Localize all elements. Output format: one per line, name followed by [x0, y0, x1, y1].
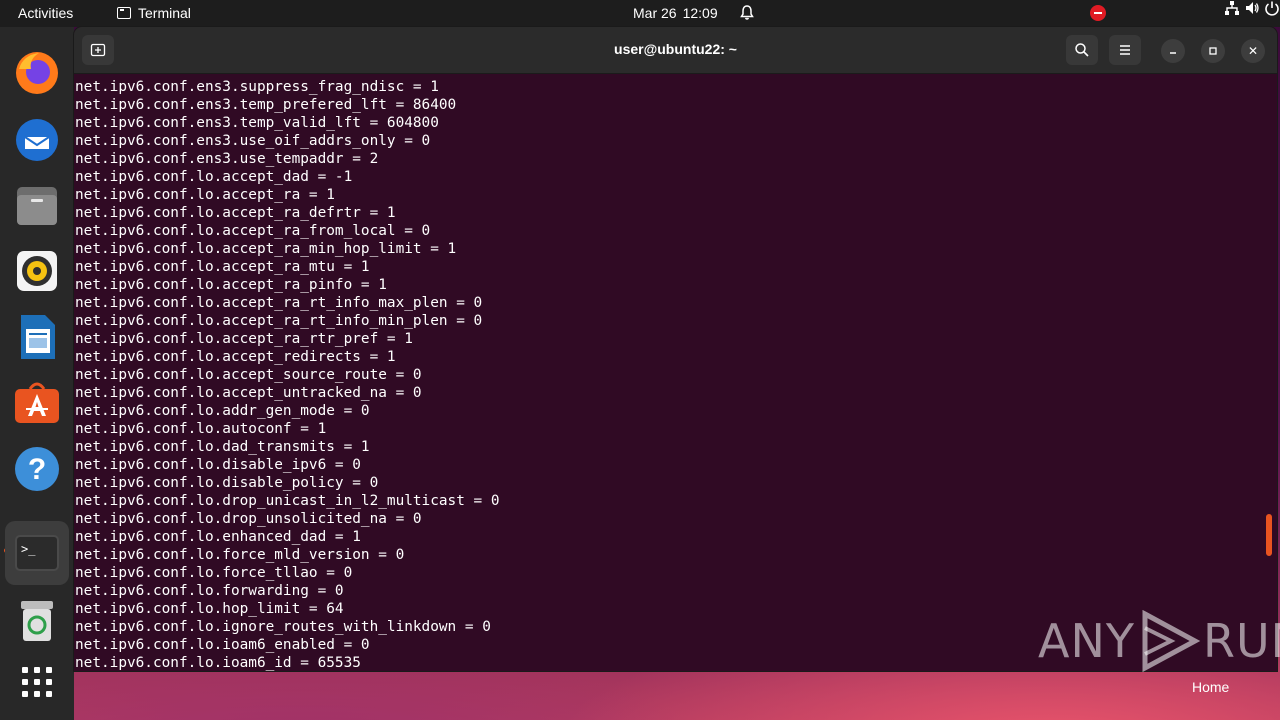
dock-help[interactable]: ?: [13, 445, 61, 493]
terminal-scrollbar[interactable]: [1266, 514, 1272, 556]
terminal-line: net.ipv6.conf.lo.accept_ra_rtr_pref = 1: [75, 331, 413, 347]
terminal-line: net.ipv6.conf.ens3.temp_valid_lft = 6048…: [75, 115, 439, 131]
trash-icon: [21, 601, 53, 641]
terminal-line: net.ipv6.conf.lo.accept_ra_min_hop_limit…: [75, 241, 457, 257]
desktop-home-label[interactable]: Home: [1192, 679, 1229, 695]
dock-libreoffice-writer[interactable]: [13, 313, 61, 361]
hamburger-menu-icon: [1120, 45, 1130, 55]
terminal-line: net.ipv6.conf.lo.forwarding = 0: [75, 583, 344, 599]
clock[interactable]: Mar 26 12:09: [633, 5, 718, 21]
play-logo-icon: [1142, 610, 1201, 672]
watermark-right-text: RUN: [1202, 614, 1280, 668]
terminal-line: net.ipv6.conf.lo.disable_policy = 0: [75, 475, 379, 491]
terminal-line: net.ipv6.conf.lo.drop_unicast_in_l2_mult…: [75, 493, 500, 509]
menu-button[interactable]: [1109, 35, 1141, 65]
svg-text:?: ?: [28, 453, 46, 486]
svg-text:>_: >_: [21, 542, 36, 556]
activities-button[interactable]: Activities: [18, 5, 73, 21]
app-grid-icon: [22, 667, 52, 697]
rhythmbox-icon: [17, 251, 57, 291]
terminal-line: net.ipv6.conf.lo.force_mld_version = 0: [75, 547, 405, 563]
clock-time: 12:09: [682, 5, 718, 21]
dock-files[interactable]: [13, 181, 61, 229]
volume-icon: [1246, 2, 1259, 14]
search-icon: [1075, 43, 1089, 57]
system-tray[interactable]: [1090, 0, 1280, 27]
terminal-line: net.ipv6.conf.lo.drop_unsolicited_na = 0: [75, 511, 422, 527]
terminal-line: net.ipv6.conf.lo.dad_transmits = 1: [75, 439, 370, 455]
dock-terminal[interactable]: >_: [5, 521, 69, 585]
clock-date: Mar 26: [633, 5, 677, 21]
writer-icon: [21, 315, 55, 359]
terminal-output[interactable]: net.ipv6.conf.ens3.suppress_frag_ndisc =…: [75, 78, 1265, 671]
thunderbird-icon: [16, 119, 58, 161]
search-button[interactable]: [1066, 35, 1098, 65]
terminal-line: net.ipv6.conf.lo.force_tllao = 0: [75, 565, 353, 581]
terminal-line: net.ipv6.conf.lo.accept_ra = 1: [75, 187, 335, 203]
dock-show-applications[interactable]: [13, 658, 61, 706]
dock-trash[interactable]: [13, 597, 61, 645]
terminal-line: net.ipv6.conf.ens3.suppress_frag_ndisc =…: [75, 79, 439, 95]
dock-ubuntu-software[interactable]: [13, 379, 61, 427]
app-menu[interactable]: Terminal: [117, 5, 191, 21]
help-icon: ?: [15, 447, 59, 491]
maximize-button[interactable]: [1201, 39, 1225, 63]
terminal-line: net.ipv6.conf.ens3.use_oif_addrs_only = …: [75, 133, 431, 149]
terminal-line: net.ipv6.conf.lo.accept_ra_rt_info_max_p…: [75, 295, 483, 311]
terminal-line: net.ipv6.conf.lo.disable_ipv6 = 0: [75, 457, 361, 473]
top-bar: Activities Terminal Mar 26 12:09: [0, 0, 1280, 27]
dock-firefox[interactable]: [13, 49, 61, 97]
dock: ? >_: [0, 27, 74, 720]
files-icon: [17, 187, 57, 225]
notification-bell-icon: [740, 5, 754, 20]
close-icon: ✕: [1247, 44, 1259, 58]
terminal-line: net.ipv6.conf.lo.autoconf = 1: [75, 421, 327, 437]
terminal-line: net.ipv6.conf.lo.accept_ra_from_local = …: [75, 223, 431, 239]
terminal-line: net.ipv6.conf.lo.accept_ra_defrtr = 1: [75, 205, 396, 221]
minimize-icon: [1170, 52, 1176, 54]
software-icon: [15, 382, 59, 423]
terminal-line: net.ipv6.conf.lo.enhanced_dad = 1: [75, 529, 361, 545]
close-button[interactable]: ✕: [1241, 39, 1265, 63]
terminal-line: net.ipv6.conf.lo.accept_ra_pinfo = 1: [75, 277, 387, 293]
terminal-line: net.ipv6.conf.lo.addr_gen_mode = 0: [75, 403, 370, 419]
terminal-line: net.ipv6.conf.lo.accept_source_route = 0: [75, 367, 422, 383]
terminal-line: net.ipv6.conf.lo.accept_dad = -1: [75, 169, 353, 185]
network-icon: [1225, 1, 1240, 15]
dock-rhythmbox[interactable]: [13, 247, 61, 295]
terminal-line: net.ipv6.conf.lo.accept_untracked_na = 0: [75, 385, 422, 401]
terminal-small-icon: [117, 7, 131, 19]
power-icon: [1265, 1, 1279, 16]
dock-thunderbird[interactable]: [13, 115, 61, 163]
terminal-icon: >_: [15, 535, 59, 571]
anyrun-watermark: ANY RUN: [1038, 610, 1280, 672]
terminal-line: net.ipv6.conf.ens3.use_tempaddr = 2: [75, 151, 379, 167]
terminal-window: user@ubuntu22: ~ ✕ net.ipv6.conf.ens3.su…: [74, 27, 1277, 671]
terminal-line: net.ipv6.conf.lo.accept_ra_mtu = 1: [75, 259, 370, 275]
do-not-disturb-icon: [1090, 5, 1107, 21]
app-menu-label: Terminal: [138, 5, 191, 21]
terminal-line: net.ipv6.conf.lo.accept_ra_rt_info_min_p…: [75, 313, 483, 329]
firefox-icon: [16, 52, 58, 94]
watermark-left-text: ANY: [1038, 614, 1135, 668]
terminal-line: net.ipv6.conf.lo.accept_redirects = 1: [75, 349, 396, 365]
maximize-icon: [1209, 47, 1217, 55]
minimize-button[interactable]: [1161, 39, 1185, 63]
window-headerbar[interactable]: user@ubuntu22: ~ ✕: [74, 27, 1277, 74]
terminal-line: net.ipv6.conf.ens3.temp_prefered_lft = 8…: [75, 97, 457, 113]
